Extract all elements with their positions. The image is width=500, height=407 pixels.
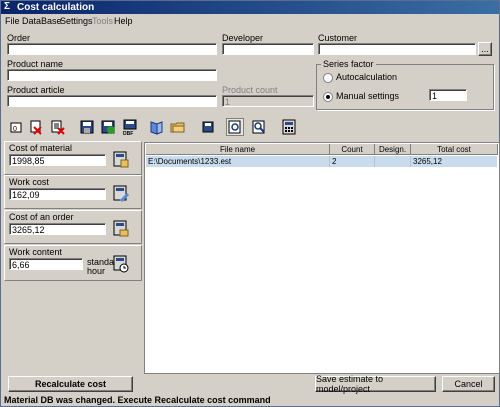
order-field[interactable] — [7, 43, 217, 55]
new-doc-icon[interactable]: 0 — [7, 118, 25, 136]
product-article-label: Product article — [7, 85, 65, 95]
cell-total-cost: 3265,12 — [413, 157, 442, 166]
developer-label: Developer — [222, 33, 264, 43]
app-window: Σ Cost calculation File DataBase Setting… — [0, 0, 500, 407]
delete-red-icon[interactable] — [27, 118, 45, 136]
manual-settings-radio[interactable] — [323, 92, 333, 102]
work-cost-field[interactable]: 162,09 — [9, 188, 106, 200]
order-cost-field[interactable]: 3265,12 — [9, 223, 106, 235]
window-title: Cost calculation — [17, 2, 95, 13]
save-green-icon[interactable] — [99, 118, 117, 136]
work-content-label: Work content — [9, 247, 62, 257]
estimates-table[interactable]: File name Count Design. Total cost E:\Do… — [144, 142, 500, 374]
col-file-name[interactable]: File name — [146, 144, 330, 155]
calculator-icon[interactable] — [280, 118, 298, 136]
folder-icon[interactable] — [169, 118, 187, 136]
svg-text:DBF: DBF — [123, 131, 133, 135]
work-content-field[interactable]: 6,66 — [9, 258, 83, 270]
autocalculation-label: Autocalculation — [336, 72, 398, 82]
cell-file-name: E:\Documents\1233.est — [146, 156, 330, 167]
work-cost-label: Work cost — [9, 177, 49, 187]
developer-field[interactable] — [222, 43, 314, 55]
material-cost-label: Cost of material — [9, 143, 73, 153]
svg-text:0: 0 — [13, 126, 17, 133]
save-icon[interactable] — [78, 118, 96, 136]
unit-line2: hour — [87, 266, 106, 276]
table-row[interactable]: E:\Documents\1233.est 2 3265,12 — [146, 156, 497, 167]
cell-design — [375, 156, 411, 167]
cell-count: 2 — [330, 156, 375, 167]
col-count[interactable]: Count — [330, 144, 375, 155]
status-bar: Material DB was changed. Execute Recalcu… — [1, 394, 499, 406]
menu-settings[interactable]: Settings — [60, 16, 93, 26]
material-calc-icon[interactable] — [113, 151, 129, 169]
save-estimate-button[interactable]: Save estimate to model/project — [315, 374, 436, 394]
menu-tools: Tools — [92, 16, 114, 26]
col-total-cost[interactable]: Total cost — [411, 144, 498, 155]
product-name-label: Product name — [7, 59, 64, 69]
product-article-field[interactable] — [7, 95, 217, 107]
product-count-field: 1 — [222, 95, 314, 107]
menu-file[interactable]: File — [5, 16, 20, 26]
recalculate-cost-button[interactable]: Recalculate cost — [8, 376, 133, 392]
status-text: Material DB was changed. Execute Recalcu… — [4, 395, 271, 405]
customer-label: Customer — [318, 33, 358, 43]
menu-help[interactable]: Help — [114, 16, 133, 26]
work-content-calc-icon[interactable] — [113, 255, 129, 273]
menu-bar: File DataBase Settings Tools Help — [1, 15, 499, 28]
col-design[interactable]: Design. — [375, 144, 411, 155]
sigma-icon: Σ — [4, 1, 11, 12]
series-factor-title: Series factor — [321, 59, 376, 69]
save-small-icon[interactable] — [199, 118, 217, 136]
order-calc-icon[interactable] — [113, 220, 129, 238]
series-factor-group — [316, 64, 494, 110]
autocalculation-radio[interactable] — [323, 73, 333, 83]
order-label: Order — [7, 33, 31, 43]
book-icon[interactable] — [147, 118, 165, 136]
work-calc-icon[interactable] — [113, 185, 129, 203]
zoom-icon[interactable] — [250, 118, 268, 136]
customer-field[interactable] — [318, 43, 476, 55]
title-bar[interactable]: Σ Cost calculation — [1, 1, 499, 14]
product-name-field[interactable] — [7, 69, 217, 81]
product-count-label: Product count — [222, 85, 278, 95]
preview-icon[interactable] — [226, 118, 244, 136]
order-cost-label: Cost of an order — [9, 212, 74, 222]
series-factor-field[interactable]: 1 — [429, 89, 467, 101]
material-cost-field[interactable]: 1998,85 — [9, 154, 106, 166]
cancel-button[interactable]: Cancel — [442, 376, 495, 392]
manual-settings-label: Manual settings — [336, 91, 400, 101]
menu-database[interactable]: DataBase — [22, 16, 62, 26]
delete-rows-icon[interactable] — [49, 118, 67, 136]
customer-browse-button[interactable]: ... — [478, 42, 492, 56]
dbf-icon[interactable]: DBF — [121, 118, 139, 136]
